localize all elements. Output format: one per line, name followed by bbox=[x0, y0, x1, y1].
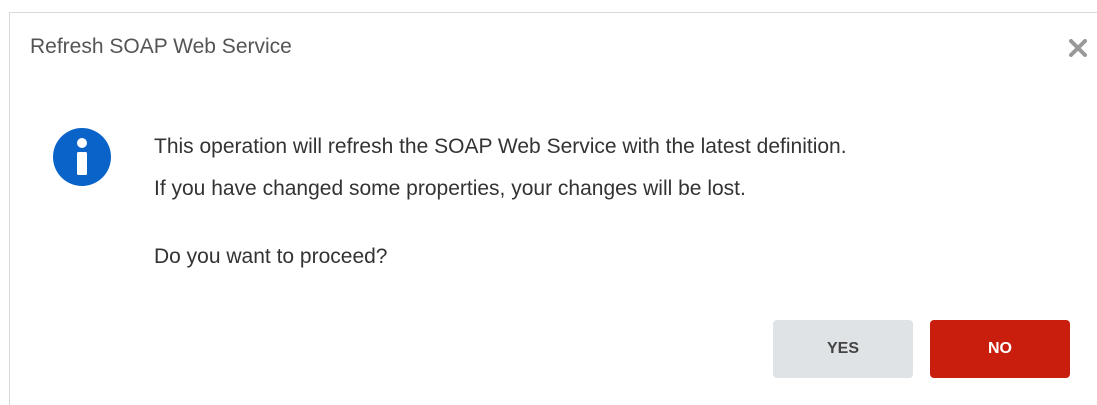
message-line-1: This operation will refresh the SOAP Web… bbox=[154, 135, 847, 158]
no-button[interactable]: NO bbox=[930, 320, 1070, 378]
info-icon bbox=[52, 127, 112, 187]
dialog-message: This operation will refresh the SOAP Web… bbox=[154, 126, 1094, 210]
confirm-question: Do you want to proceed? bbox=[154, 245, 388, 268]
yes-button[interactable]: YES bbox=[773, 320, 913, 378]
refresh-soap-dialog: Refresh SOAP Web Service This operation … bbox=[9, 12, 1097, 405]
message-line-2: If you have changed some properties, you… bbox=[154, 177, 746, 200]
close-button[interactable] bbox=[1067, 37, 1089, 59]
dialog-title: Refresh SOAP Web Service bbox=[30, 35, 292, 58]
close-icon bbox=[1069, 39, 1087, 57]
